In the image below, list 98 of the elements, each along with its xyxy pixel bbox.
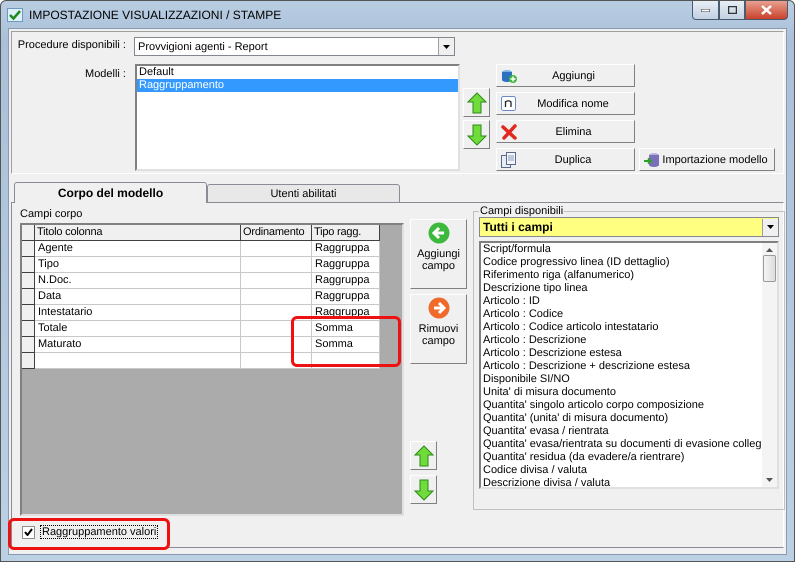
- row-header-cell[interactable]: [22, 321, 35, 337]
- model-item[interactable]: Default: [137, 66, 458, 79]
- row-header-cell: [22, 225, 35, 241]
- toolbar-button[interactable]: Modifica nome: [496, 92, 635, 115]
- field-item[interactable]: Disponibile SI/NO: [483, 373, 762, 386]
- row-header-cell[interactable]: [22, 241, 35, 257]
- table-cell: Raggruppa: [312, 289, 380, 305]
- table-cell: [241, 305, 312, 321]
- up-arrow-icon: [414, 444, 434, 466]
- table-cell: Maturato: [35, 337, 241, 353]
- field-item[interactable]: Quantita' (unita' di misura documento): [483, 412, 762, 425]
- field-item[interactable]: Descrizione tipo linea: [483, 282, 762, 295]
- caret-icon: [443, 44, 450, 48]
- field-item[interactable]: Descrizione divisa / valuta: [483, 477, 762, 487]
- row-header-cell[interactable]: [22, 305, 35, 321]
- column-header[interactable]: Tipo ragg.: [312, 225, 380, 241]
- table-cell: [241, 241, 312, 257]
- row-header-cell[interactable]: [22, 289, 35, 305]
- column-header[interactable]: Titolo colonna: [35, 225, 241, 241]
- table-cell: Somma: [312, 337, 380, 353]
- scroll-up-icon: [766, 248, 772, 252]
- tab[interactable]: Corpo del modello: [14, 182, 207, 203]
- column-header[interactable]: Ordinamento: [241, 225, 312, 241]
- scroll-thumb[interactable]: [762, 255, 776, 282]
- table-cell: Raggruppa: [312, 273, 380, 289]
- table-cell: Totale: [35, 321, 241, 337]
- field-item[interactable]: Quantita' residua (da evadere/a rientrare): [483, 451, 762, 464]
- scrollbar[interactable]: [762, 243, 776, 487]
- field-item[interactable]: Script/formula: [483, 243, 762, 256]
- toolbar-button[interactable]: Duplica: [496, 148, 635, 171]
- table-cell: N.Doc.: [35, 273, 241, 289]
- procedure-label: Procedure disponibili :: [16, 39, 126, 51]
- table-cell: [241, 337, 312, 353]
- table-cell: [241, 289, 312, 305]
- row-header-cell[interactable]: [22, 337, 35, 353]
- table-cell: Agente: [35, 241, 241, 257]
- scroll-down-icon: [766, 478, 772, 482]
- field-item[interactable]: Riferimento riga (alfanumerico): [483, 269, 762, 282]
- maximize-button[interactable]: [719, 1, 745, 20]
- down-arrow-icon: [466, 124, 486, 146]
- procedure-dropdown[interactable]: Provvigioni agenti - Report: [134, 37, 455, 56]
- toolbar-button[interactable]: Aggiungi: [496, 64, 635, 87]
- database-import-icon: [644, 152, 660, 168]
- row-header-cell[interactable]: [22, 273, 35, 289]
- table-cell: Tipo: [35, 257, 241, 273]
- caret-icon: [766, 225, 774, 229]
- field-down-button[interactable]: [410, 475, 437, 504]
- letter-box-icon: [501, 96, 516, 111]
- field-item[interactable]: Articolo : Codice articolo intestatario: [483, 321, 762, 334]
- documents-icon: [501, 152, 516, 168]
- field-item[interactable]: Unita' di misura documento: [483, 386, 762, 399]
- maximize-icon: [728, 6, 736, 14]
- tab[interactable]: Utenti abilitati: [207, 184, 400, 203]
- table-cell: Data: [35, 289, 241, 305]
- field-item[interactable]: Articolo : Descrizione + descrizione estesa: [483, 360, 762, 373]
- delete-icon: [501, 124, 517, 140]
- field-item[interactable]: Articolo : ID: [483, 295, 762, 308]
- body-fields-label: Campi corpo: [20, 208, 84, 220]
- close-icon: [761, 5, 772, 15]
- field-up-button[interactable]: [410, 441, 437, 470]
- checkbox-label: Raggruppamento valori: [40, 525, 158, 539]
- table-cell: [241, 273, 312, 289]
- row-header-cell[interactable]: [22, 257, 35, 273]
- field-item[interactable]: Quantita' evasa/rientrata su documenti di evasione colleg: [483, 438, 762, 451]
- field-item[interactable]: Quantita' evasa / rientrata: [483, 425, 762, 438]
- minimize-button[interactable]: [692, 1, 719, 20]
- available-fields-label: Campi disponibili: [479, 205, 564, 217]
- table-cell: Intestatario: [35, 305, 241, 321]
- table-cell: Raggruppa: [312, 257, 380, 273]
- table-cell: [241, 257, 312, 273]
- field-item[interactable]: Articolo : Descrizione estesa: [483, 347, 762, 360]
- filter-dropdown[interactable]: Tutti i campi: [479, 217, 778, 237]
- close-button[interactable]: [745, 1, 788, 20]
- move-down-button[interactable]: [463, 120, 490, 149]
- field-button[interactable]: Aggiungi campo: [410, 219, 467, 289]
- field-item[interactable]: Articolo : Codice: [483, 308, 762, 321]
- field-item[interactable]: Articolo : Descrizione: [483, 334, 762, 347]
- toolbar-button[interactable]: Elimina: [496, 120, 635, 143]
- minimize-icon: [701, 8, 710, 12]
- field-item[interactable]: Codice divisa / valuta: [483, 464, 762, 477]
- check-icon: [24, 528, 33, 536]
- up-arrow-icon: [466, 92, 486, 114]
- checkbox[interactable]: [22, 526, 35, 538]
- down-arrow-icon: [414, 478, 434, 500]
- row-header-cell[interactable]: [22, 353, 35, 369]
- field-item[interactable]: Codice progressivo linea (ID dettaglio): [483, 256, 762, 269]
- window-title: IMPOSTAZIONE VISUALIZZAZIONI / STAMPE: [29, 8, 282, 22]
- table-cell: [241, 353, 312, 369]
- field-button[interactable]: Rimuovi campo: [410, 294, 467, 364]
- checkmark-icon: [7, 8, 23, 22]
- models-label: Modelli :: [84, 68, 126, 80]
- table-cell: Somma: [312, 321, 380, 337]
- database-add-icon: [501, 68, 517, 84]
- move-up-button[interactable]: [463, 88, 490, 117]
- table-cell: [241, 321, 312, 337]
- field-item[interactable]: Quantita' singolo articolo corpo composizione: [483, 399, 762, 412]
- toolbar-button[interactable]: Importazione modello: [639, 148, 775, 171]
- table-cell: Raggruppa: [312, 241, 380, 257]
